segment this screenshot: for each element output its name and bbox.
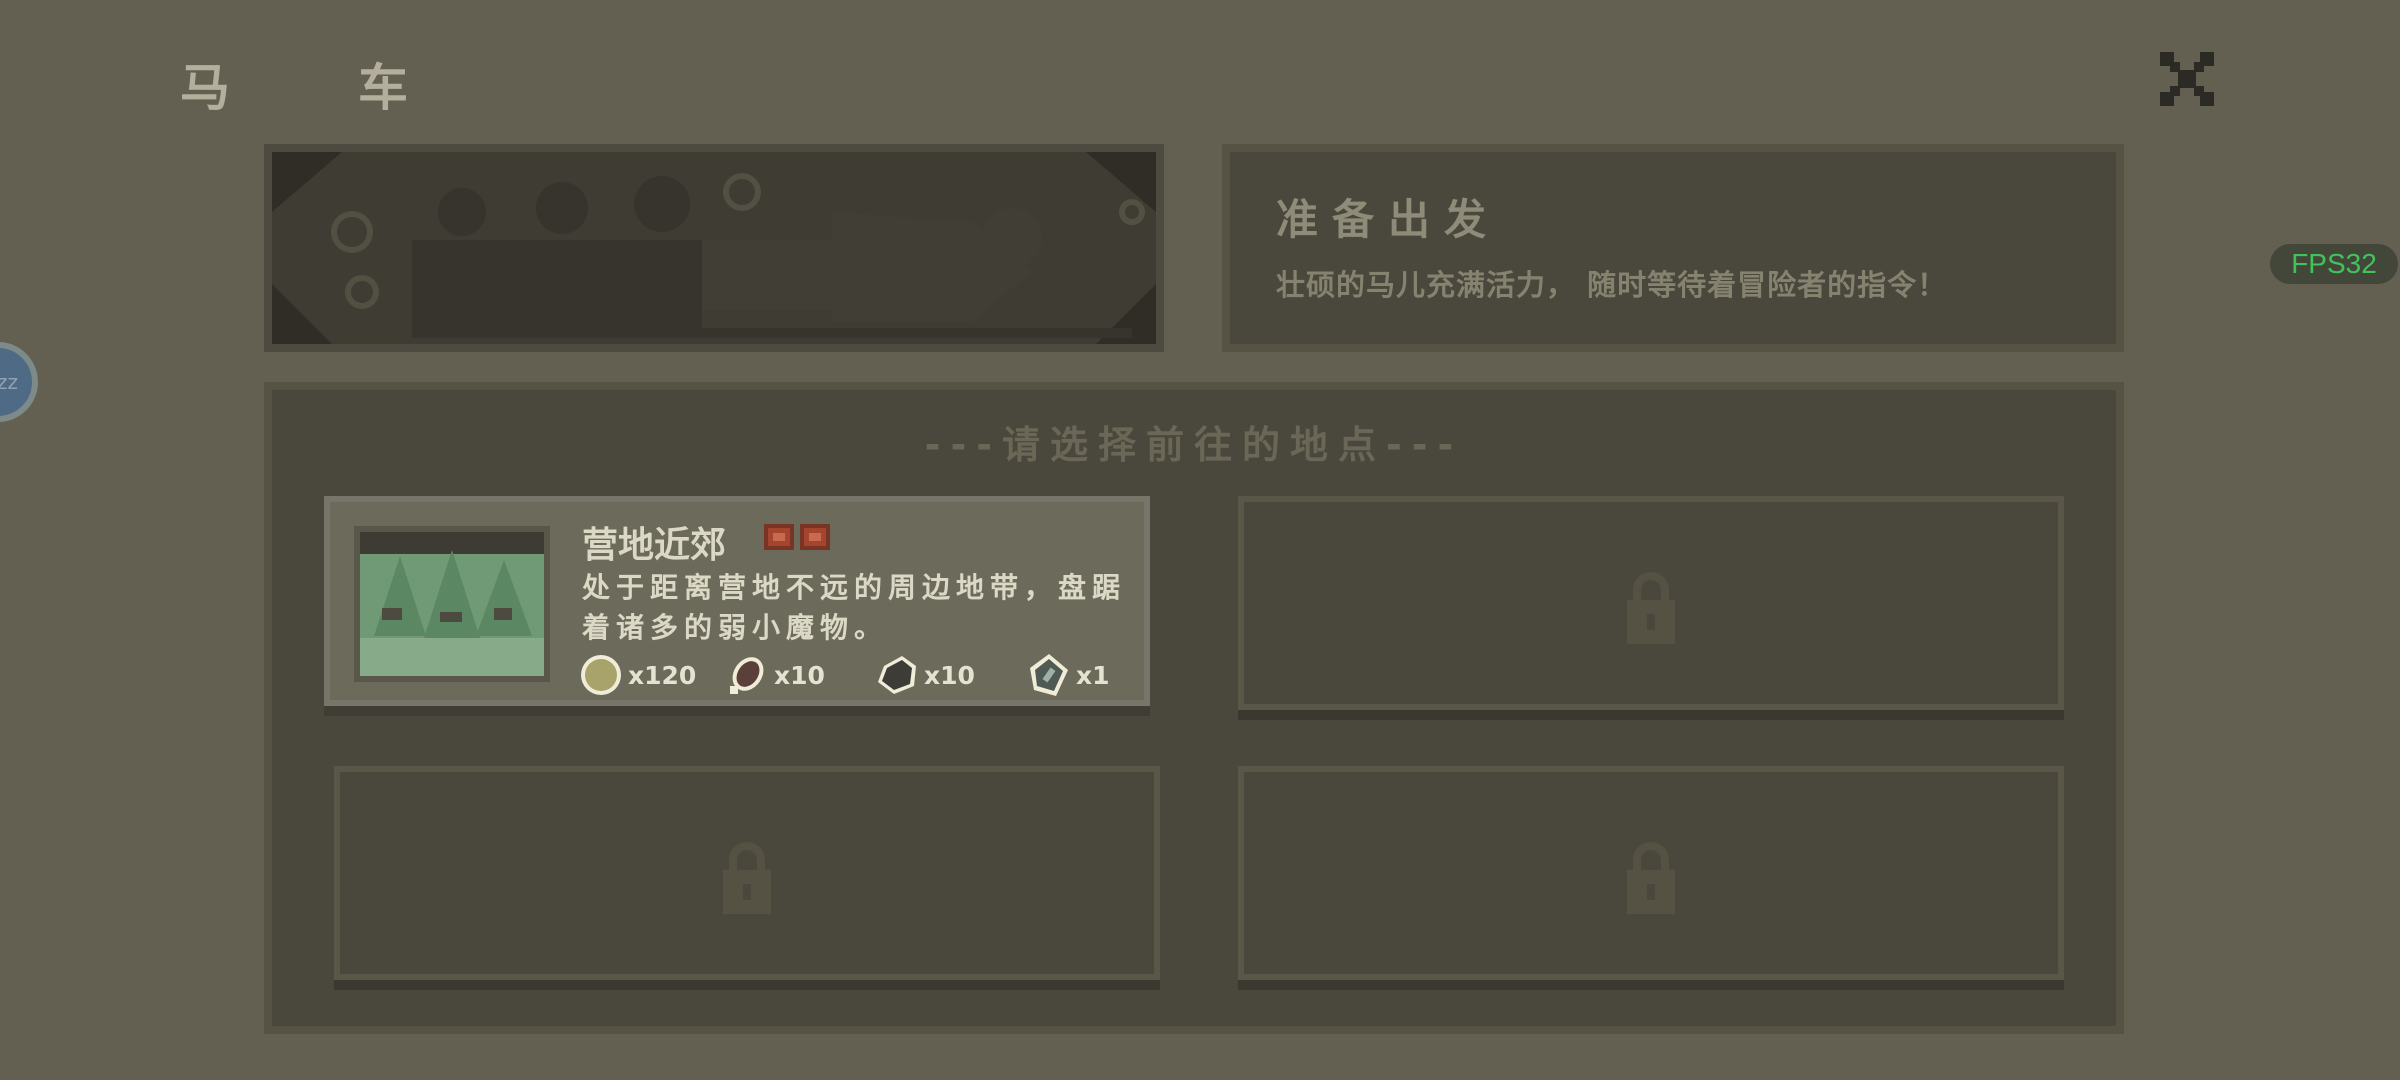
title-char-1: 马	[180, 59, 230, 117]
departure-info-panel: 准备出发 壮硕的马儿充满活力， 随时等待着冒险者的指令！	[1222, 144, 2124, 352]
destination-card-locked[interactable]	[334, 766, 1160, 980]
stone-icon	[878, 656, 916, 694]
destination-name: 营地近郊	[582, 525, 727, 566]
destination-thumbnail	[354, 526, 550, 682]
fps-counter: FPS32	[2270, 244, 2398, 284]
carriage-illustration	[272, 152, 1156, 344]
gold-coin-icon	[581, 655, 621, 695]
carriage-banner-image	[264, 144, 1164, 352]
reward-gem: x1	[1026, 650, 1110, 700]
close-button[interactable]	[2158, 50, 2216, 108]
difficulty-marker-icon	[800, 524, 830, 550]
close-x-icon	[2160, 52, 2214, 106]
reward-amount: x120	[628, 660, 697, 690]
reward-meat: x10	[724, 650, 825, 700]
lock-icon	[1627, 572, 1675, 644]
lock-icon	[1627, 842, 1675, 914]
destination-card-camp-outskirts[interactable]: 营地近郊 处于距离营地不远的周边地带，盘踞着诸多的弱小魔物。 x120 x10	[324, 496, 1150, 706]
reward-amount: x10	[774, 660, 825, 690]
reward-amount: x10	[924, 660, 975, 690]
destination-card-locked[interactable]	[1238, 766, 2064, 980]
info-title: 准备出发	[1276, 195, 1501, 244]
meat-icon	[730, 657, 764, 694]
title-char-2: 车	[358, 59, 408, 117]
reward-gold: x120	[578, 650, 696, 700]
destination-select-panel: ---请选择前往的地点--- 营地近郊 处于距离营地不远的周边地带，盘踞着诸多的…	[264, 382, 2124, 1034]
reward-stone: x10	[874, 650, 975, 700]
info-subtitle: 壮硕的马儿充满活力， 随时等待着冒险者的指令！	[1276, 268, 1948, 302]
gem-icon	[1030, 654, 1068, 696]
destination-description: 处于距离营地不远的周边地带，盘踞着诸多的弱小魔物。	[582, 571, 1127, 644]
sleep-button[interactable]: zz	[0, 342, 38, 422]
destination-card-locked[interactable]	[1238, 496, 2064, 710]
reward-amount: x1	[1076, 660, 1110, 690]
lock-icon	[723, 842, 771, 914]
destination-heading: ---请选择前往的地点---	[924, 423, 1464, 467]
difficulty-marker-icon	[764, 524, 794, 550]
